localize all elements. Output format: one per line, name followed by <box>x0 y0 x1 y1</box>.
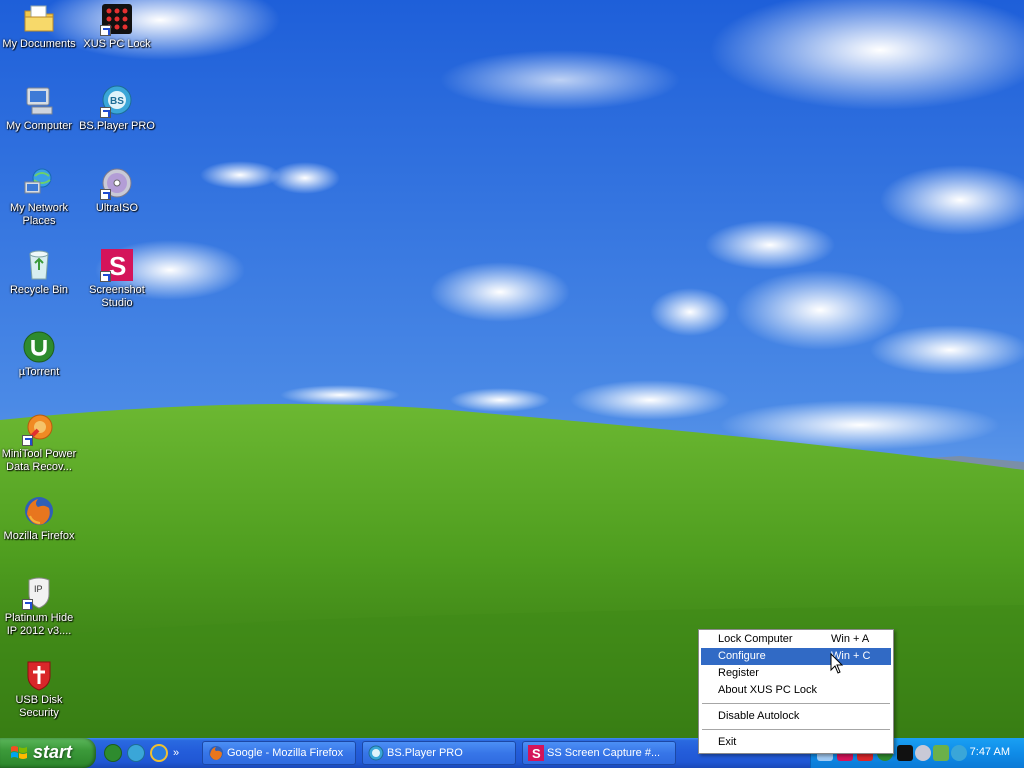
recycle-bin-icon <box>29 250 49 280</box>
desktop-icon-platinum-hide-ip[interactable]: IP Platinum Hide IP 2012 v3.... <box>0 576 78 638</box>
menu-item-configure[interactable]: Configure Win + C <box>701 648 891 665</box>
menu-separator <box>702 703 890 704</box>
start-label: start <box>33 742 73 762</box>
windows-flag-icon <box>11 746 27 759</box>
shortcut-arrow-icon <box>22 435 33 446</box>
quick-launch: » <box>104 744 183 762</box>
desktop-icon-label: Mozilla Firefox <box>3 530 75 542</box>
svg-text:IP: IP <box>34 584 43 594</box>
desktop-icon-bs-player-pro[interactable]: BS BS.Player PRO <box>78 84 156 133</box>
folder-icon <box>24 5 54 32</box>
clock[interactable]: 7:47 AM <box>970 746 1010 758</box>
desktop-icon-label: My Network Places <box>9 202 69 227</box>
desktop-icon-label: UltraISO <box>95 202 139 214</box>
shortcut-arrow-icon <box>100 189 111 200</box>
screenshot-studio-icon: S <box>528 745 544 761</box>
dice-lock-tray-icon[interactable] <box>897 745 913 761</box>
mouse-cursor-icon <box>830 653 844 674</box>
task-button-screen-capture[interactable]: S SS Screen Capture #... <box>522 741 676 765</box>
desktop-icon-label: XUS PC Lock <box>83 38 151 50</box>
utorrent-icon <box>23 331 55 363</box>
menu-item-label: Disable Autolock <box>718 710 800 722</box>
svg-text:S: S <box>532 746 541 761</box>
menu-item-label: Register <box>718 667 759 679</box>
menu-item-label: Configure <box>718 650 766 662</box>
desktop-icon-label: Screenshot Studio <box>89 284 145 309</box>
desktop-icon-label: MiniTool Power Data Recov... <box>1 448 77 473</box>
task-label: Google - Mozilla Firefox <box>227 747 344 759</box>
task-label: BS.Player PRO <box>387 747 463 759</box>
task-label: SS Screen Capture #... <box>547 747 661 759</box>
bs-player-icon <box>368 745 384 761</box>
tray-context-menu: Lock Computer Win + A Configure Win + C … <box>698 629 894 754</box>
desktop-icon-xus-pc-lock[interactable]: XUS PC Lock <box>78 2 156 51</box>
desktop-icon-my-documents[interactable]: My Documents <box>0 2 78 51</box>
menu-separator <box>702 729 890 730</box>
desktop-icon-label: USB Disk Security <box>15 694 63 719</box>
menu-item-disable-autolock[interactable]: Disable Autolock <box>701 708 891 725</box>
desktop-icon-my-network-places[interactable]: My Network Places <box>0 166 78 228</box>
menu-item-exit[interactable]: Exit <box>701 734 891 751</box>
shortcut-arrow-icon <box>22 599 33 610</box>
desktop-icon-label: µTorrent <box>18 366 60 378</box>
start-button[interactable]: start <box>0 738 96 768</box>
desktop-icon-my-computer[interactable]: My Computer <box>0 84 78 133</box>
shortcut-arrow-icon <box>100 25 111 36</box>
desktop-icon-label: BS.Player PRO <box>79 120 155 132</box>
menu-item-about[interactable]: About XUS PC Lock <box>701 682 891 699</box>
menu-item-shortcut: Win + A <box>831 633 870 645</box>
shortcut-arrow-icon <box>100 107 111 118</box>
internet-explorer-quicklaunch-icon[interactable] <box>150 744 168 762</box>
desktop-icon-label: Recycle Bin <box>9 284 69 296</box>
disc-tray-icon[interactable] <box>915 745 931 761</box>
desktop-icon-label: My Documents <box>2 38 76 50</box>
desktop-icon-screenshot-studio[interactable]: S Screenshot Studio <box>78 248 156 310</box>
desktop-icon-usb-disk-security[interactable]: USB Disk Security <box>0 658 78 720</box>
task-button-bs-player[interactable]: BS.Player PRO <box>362 741 516 765</box>
svg-text:S: S <box>109 251 126 281</box>
menu-item-label: About XUS PC Lock <box>718 684 818 696</box>
desktop-icon-minitool[interactable]: MiniTool Power Data Recov... <box>0 412 78 474</box>
desktop-icon-recycle-bin[interactable]: Recycle Bin <box>0 248 78 297</box>
menu-item-lock-computer[interactable]: Lock Computer Win + A <box>701 631 891 648</box>
svg-text:BS: BS <box>110 96 124 107</box>
network-icon <box>24 168 52 194</box>
task-button-firefox[interactable]: Google - Mozilla Firefox <box>202 741 356 765</box>
menu-item-label: Lock Computer <box>718 633 793 645</box>
utorrent-quicklaunch-icon[interactable] <box>104 744 122 762</box>
bs-player-quicklaunch-icon[interactable] <box>127 744 145 762</box>
firefox-icon <box>25 497 53 525</box>
computer-icon <box>26 87 53 115</box>
desktop-icon-utorrent[interactable]: µTorrent <box>0 330 78 379</box>
shortcut-arrow-icon <box>100 271 111 282</box>
desktop-icon-label: Platinum Hide IP 2012 v3.... <box>4 612 74 637</box>
menu-item-label: Exit <box>718 736 737 748</box>
bs-player-tray-icon[interactable] <box>951 745 967 761</box>
hide-ip-tray-icon[interactable] <box>933 745 949 761</box>
desktop-icon-mozilla-firefox[interactable]: Mozilla Firefox <box>0 494 78 543</box>
menu-item-register[interactable]: Register <box>701 665 891 682</box>
firefox-icon <box>209 746 223 760</box>
desktop[interactable]: My Documents My Computer My Network Plac… <box>0 0 1024 738</box>
desktop-icon-label: My Computer <box>5 120 73 132</box>
usb-shield-icon <box>27 661 51 691</box>
quick-launch-more-icon[interactable]: » <box>173 747 183 759</box>
desktop-icon-ultraiso[interactable]: UltraISO <box>78 166 156 215</box>
